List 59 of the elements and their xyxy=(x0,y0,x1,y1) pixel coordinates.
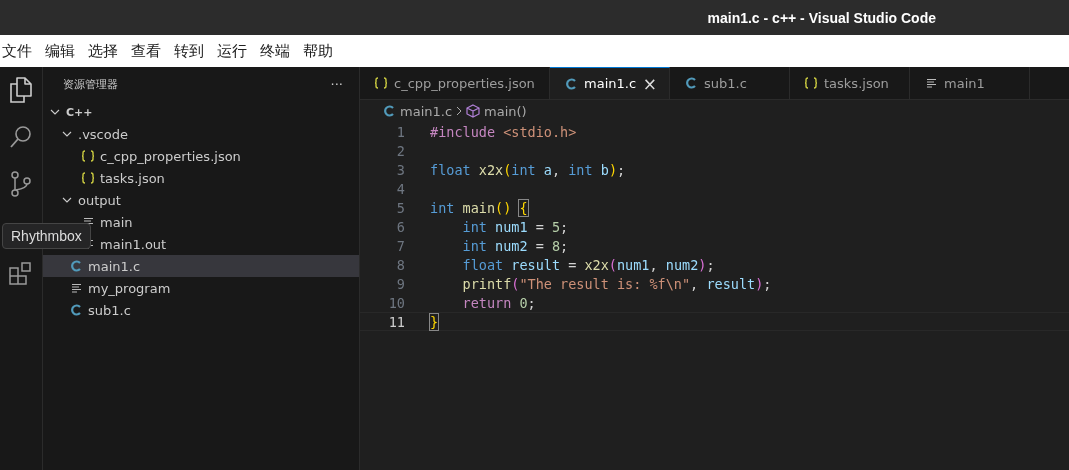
menu-item[interactable]: 查看 xyxy=(131,41,161,61)
breadcrumb-item[interactable]: main() xyxy=(484,103,527,119)
code-line: float x2x(int a, int b); xyxy=(429,161,626,178)
c-file-icon xyxy=(69,260,83,272)
code-line: int main() { xyxy=(429,199,528,216)
menu-item[interactable]: 选择 xyxy=(88,41,118,61)
tree-item[interactable]: .vscode xyxy=(43,123,359,145)
line-number: 9 xyxy=(395,275,405,292)
tooltip: Rhythmbox xyxy=(2,223,91,249)
braces-icon xyxy=(374,77,388,89)
breadcrumb-item[interactable]: main1.c xyxy=(400,103,453,119)
code-line: printf("The result is: %f\n", result); xyxy=(461,275,772,292)
menu-item[interactable]: 转到 xyxy=(174,41,204,61)
line-number: 10 xyxy=(387,294,405,311)
braces-icon xyxy=(81,172,95,184)
line-number: 4 xyxy=(395,180,405,197)
menu-item[interactable]: 终端 xyxy=(260,41,290,61)
c-file-icon xyxy=(564,77,578,90)
line-number: 3 xyxy=(395,161,405,178)
more-actions-button[interactable]: ··· xyxy=(330,76,343,92)
line-number: 2 xyxy=(395,142,405,159)
editor-tab[interactable]: main1.c × xyxy=(550,67,670,99)
explorer-title: 资源管理器 xyxy=(63,76,118,92)
source-control-icon[interactable] xyxy=(10,171,32,197)
code-line: int num2 = 8; xyxy=(461,237,569,254)
line-number: 8 xyxy=(395,256,405,273)
window-title: main1.c - c++ - Visual Studio Code xyxy=(707,9,936,26)
search-icon[interactable] xyxy=(9,125,33,149)
tree-item[interactable]: output xyxy=(43,189,359,211)
close-button[interactable]: × xyxy=(642,73,657,94)
code-line: return 0; xyxy=(461,294,536,311)
line-number: 1 xyxy=(395,123,405,140)
c-file-icon xyxy=(69,304,83,316)
chevron-right-icon xyxy=(456,106,463,116)
line-number: 6 xyxy=(395,218,405,235)
c-file-icon xyxy=(382,105,396,117)
tree-item[interactable]: main1.c xyxy=(43,255,359,277)
braces-icon xyxy=(804,77,818,89)
tree-item[interactable]: c_cpp_properties.json xyxy=(43,145,359,167)
menu-item[interactable]: 文件 xyxy=(2,41,32,61)
line-number: 5 xyxy=(395,199,405,216)
c-file-icon xyxy=(684,77,698,89)
line-number: 7 xyxy=(395,237,405,254)
files-icon[interactable] xyxy=(9,77,33,103)
code-line: #include <stdio.h> xyxy=(429,123,577,140)
tree-item[interactable]: tasks.json xyxy=(43,167,359,189)
tree-item[interactable]: my_program xyxy=(43,277,359,299)
cube-icon xyxy=(466,104,481,118)
code-line: float result = x2x(num1, num2); xyxy=(461,256,715,273)
code-line: int num1 = 5; xyxy=(461,218,569,235)
extensions-icon[interactable] xyxy=(9,261,33,285)
line-number: 11 xyxy=(387,313,405,330)
code-line: } xyxy=(429,313,439,330)
tree-item[interactable]: C++ xyxy=(43,101,359,123)
menu-item[interactable]: 编辑 xyxy=(45,41,75,61)
menu-item[interactable]: 帮助 xyxy=(303,41,333,61)
tree-item[interactable]: sub1.c xyxy=(43,299,359,321)
menu-item[interactable]: 运行 xyxy=(217,41,247,61)
braces-icon xyxy=(81,150,95,162)
